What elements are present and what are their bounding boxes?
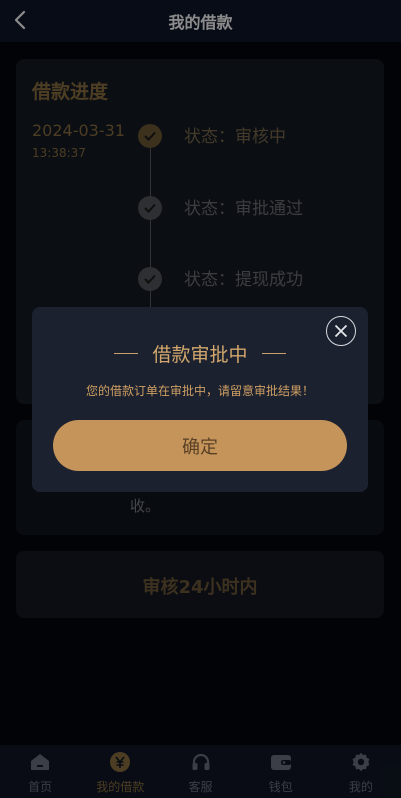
- title-dash-right: [261, 353, 286, 354]
- approval-modal: 借款审批中 您的借款订单在审批中，请留意审批结果！ 确定: [32, 307, 368, 492]
- modal-title-row: 借款审批中: [32, 340, 368, 367]
- modal-message: 您的借款订单在审批中，请留意审批结果！: [85, 384, 314, 398]
- confirm-button[interactable]: 确定: [53, 420, 347, 471]
- title-dash-left: [114, 353, 139, 354]
- modal-title: 借款审批中: [152, 344, 248, 366]
